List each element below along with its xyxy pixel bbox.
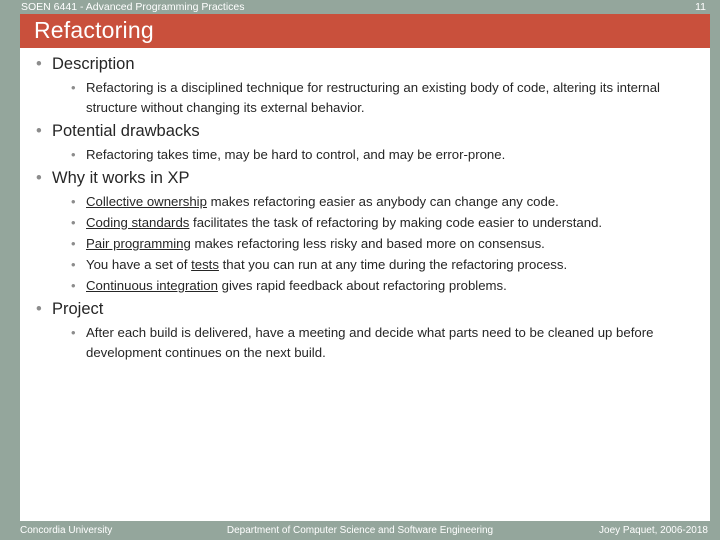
outline-sublist: • Refactoring takes time, may be hard to …: [20, 145, 710, 165]
text-run: facilitates the task of refactoring by m…: [189, 215, 603, 230]
emphasized-term: Collective ownership: [86, 194, 207, 209]
outline-bullet-text: Refactoring takes time, may be hard to c…: [86, 147, 505, 162]
outline-bullet-text: You have a set of tests that you can run…: [86, 257, 567, 272]
outline-bullet: • Continuous integration gives rapid feed…: [68, 276, 710, 296]
slide-footer-bar: Concordia University Department of Compu…: [0, 521, 720, 540]
outline-heading: • Why it works in XP: [30, 166, 710, 190]
emphasized-term: Continuous integration: [86, 278, 218, 293]
outline-bullet: • Pair programming makes refactoring less…: [68, 234, 710, 254]
slide-page-number: 11: [695, 1, 706, 13]
outline-bullet-text: Coding standards facilitates the task of…: [86, 215, 602, 230]
text-run: gives rapid feedback about refactoring p…: [217, 278, 507, 293]
outline-list: • Description • Refactoring is a discipline…: [20, 52, 710, 363]
bullet-icon: •: [71, 80, 76, 95]
page-title: Refactoring: [34, 17, 154, 43]
emphasized-term: Coding standards: [86, 215, 190, 230]
text-run: You have a set of: [86, 257, 192, 272]
slide-title-banner: Refactoring: [20, 14, 710, 48]
outline-bullet: • You have a set of tests that you can ru…: [68, 255, 710, 275]
slide-content: • Description • Refactoring is a discipline…: [20, 52, 710, 510]
outline-bullet-text: Pair programming makes refactoring less …: [86, 236, 545, 251]
right-accent-strip: [710, 0, 720, 540]
course-title: SOEN 6441 - Advanced Programming Practic…: [21, 1, 245, 13]
outline-heading-label: Potential drawbacks: [52, 122, 200, 140]
slide-header-bar: SOEN 6441 - Advanced Programming Practic…: [0, 0, 720, 14]
text-run: After each build is delivered, have a me…: [86, 325, 654, 360]
outline-bullet: • Refactoring takes time, may be hard to …: [68, 145, 710, 165]
bullet-icon: •: [71, 236, 76, 251]
outline-sublist: • After each build is delivered, have a m…: [20, 323, 710, 363]
footer-author: Joey Paquet, 2006-2018: [599, 525, 708, 536]
outline-bullet-text: Refactoring is a disciplined technique f…: [86, 80, 660, 115]
bullet-icon: •: [36, 122, 42, 140]
outline-bullet-text: After each build is delivered, have a me…: [86, 325, 653, 360]
text-run: makes refactoring less risky and based m…: [190, 236, 545, 251]
bullet-icon: •: [36, 55, 42, 73]
outline-heading: • Description: [30, 52, 710, 76]
bullet-icon: •: [71, 147, 76, 162]
bullet-icon: •: [36, 300, 42, 318]
outline-bullet: • Coding standards facilitates the task o…: [68, 213, 710, 233]
emphasized-term: Pair programming: [86, 236, 191, 251]
outline-heading-label: Description: [52, 55, 135, 73]
bullet-icon: •: [71, 278, 76, 293]
outline-bullet: • Refactoring is a disciplined technique …: [68, 78, 710, 118]
outline-bullet-text: Collective ownership makes refactoring e…: [86, 194, 559, 209]
outline-bullet-text: Continuous integration gives rapid feedb…: [86, 278, 507, 293]
emphasized-term: tests: [191, 257, 219, 272]
outline-heading-label: Why it works in XP: [52, 169, 190, 187]
text-run: Refactoring takes time, may be hard to c…: [86, 147, 506, 162]
text-run: that you can run at any time during the …: [218, 257, 568, 272]
outline-sublist: • Collective ownership makes refactoring …: [20, 192, 710, 296]
bullet-icon: •: [36, 169, 42, 187]
bullet-icon: •: [71, 215, 76, 230]
outline-heading-label: Project: [52, 300, 104, 318]
bullet-icon: •: [71, 325, 76, 340]
slide: SOEN 6441 - Advanced Programming Practic…: [0, 0, 720, 540]
text-run: makes refactoring easier as anybody can …: [206, 194, 559, 209]
outline-heading: • Project: [30, 297, 710, 321]
outline-heading: • Potential drawbacks: [30, 119, 710, 143]
outline-bullet: • After each build is delivered, have a m…: [68, 323, 710, 363]
text-run: Refactoring is a disciplined technique f…: [86, 80, 660, 115]
bullet-icon: •: [71, 257, 76, 272]
bullet-icon: •: [71, 194, 76, 209]
outline-sublist: • Refactoring is a disciplined technique …: [20, 78, 710, 118]
left-accent-strip: [0, 0, 20, 540]
outline-bullet: • Collective ownership makes refactoring …: [68, 192, 710, 212]
